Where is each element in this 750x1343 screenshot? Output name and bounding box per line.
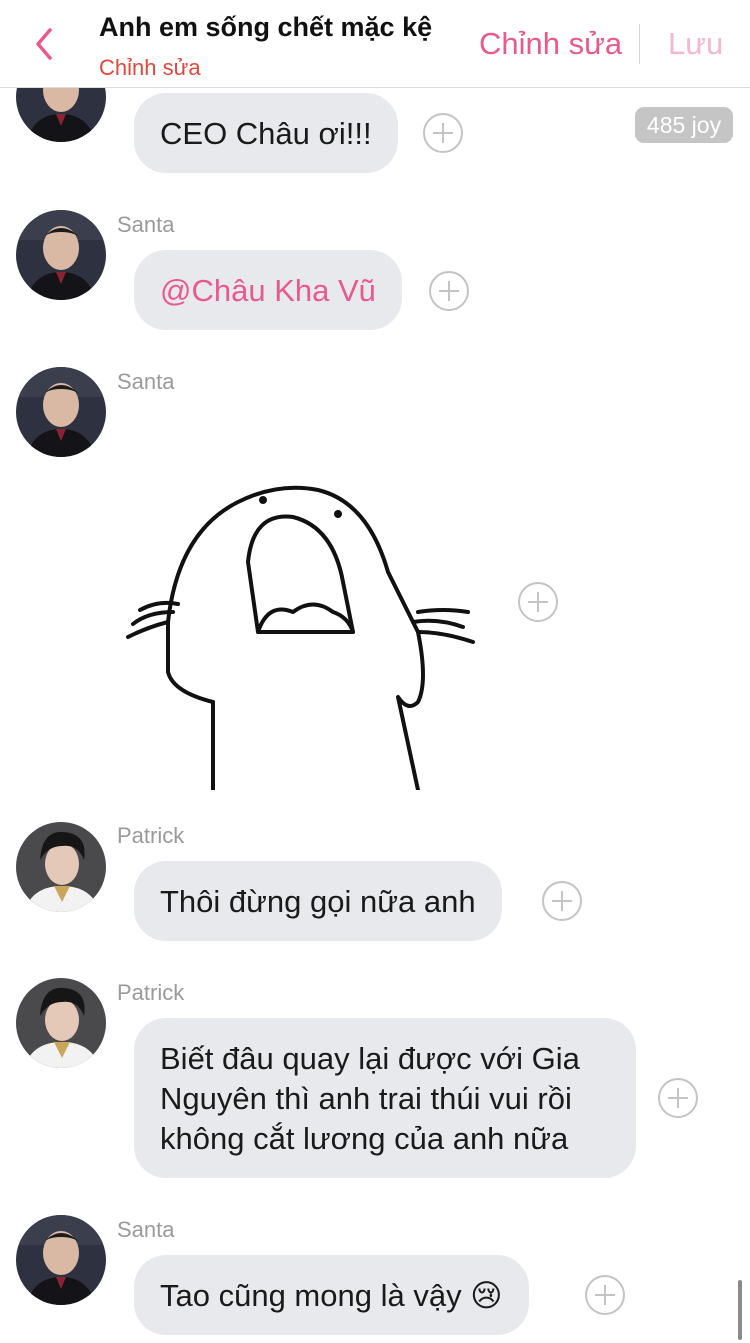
- crying-face-emoji: 😢: [470, 1278, 503, 1313]
- message-bubble[interactable]: Biết đâu quay lại được với Gia Nguyên th…: [134, 1018, 636, 1178]
- back-button[interactable]: [28, 24, 68, 64]
- plus-circle-icon[interactable]: [428, 270, 470, 312]
- avatar-santa[interactable]: [16, 367, 106, 457]
- message-bubble[interactable]: CEO Châu ơi!!!: [134, 93, 398, 173]
- avatar-patrick[interactable]: [16, 978, 106, 1068]
- avatar-santa[interactable]: [16, 1215, 106, 1305]
- save-button[interactable]: Lưu: [668, 26, 723, 62]
- sender-name: Patrick: [117, 980, 185, 1005]
- sender-name: Santa: [117, 369, 175, 394]
- message-bubble[interactable]: Thôi đừng gọi nữa anh: [134, 861, 502, 941]
- chat-subtitle[interactable]: Chỉnh sửa: [99, 55, 201, 81]
- plus-circle-icon[interactable]: [422, 112, 464, 154]
- plus-circle-icon[interactable]: [584, 1274, 626, 1316]
- sender-name: Patrick: [117, 823, 185, 848]
- sender-name: Santa: [117, 1217, 175, 1242]
- plus-circle-icon[interactable]: [657, 1077, 699, 1119]
- screaming-sticker-image[interactable]: [118, 472, 488, 790]
- message-text: CEO Châu ơi!!!: [160, 116, 372, 151]
- avatar-santa[interactable]: [16, 210, 106, 300]
- plus-circle-icon[interactable]: [541, 880, 583, 922]
- plus-circle-icon[interactable]: [517, 581, 559, 623]
- chat-header: Anh em sống chết mặc kệ Chỉnh sửa Chỉnh …: [0, 0, 750, 88]
- mention-link[interactable]: @Châu Kha Vũ: [160, 273, 376, 308]
- chat-title: Anh em sống chết mặc kệ: [99, 12, 433, 42]
- message-bubble[interactable]: Tao cũng mong là vậy 😢: [134, 1255, 529, 1335]
- sender-name: Santa: [117, 212, 175, 237]
- message-text: Thôi đừng gọi nữa anh: [160, 884, 476, 919]
- edit-button[interactable]: Chỉnh sửa: [479, 26, 622, 62]
- message-bubble[interactable]: @Châu Kha Vũ: [134, 250, 402, 330]
- message-text: Tao cũng mong là vậy: [160, 1278, 462, 1313]
- scrollbar[interactable]: [738, 1280, 742, 1340]
- chevron-left-icon: [36, 28, 52, 60]
- header-divider: [639, 24, 640, 64]
- message-text: Biết đâu quay lại được với Gia Nguyên th…: [160, 1041, 580, 1156]
- joy-badge: 485 joy: [635, 107, 733, 143]
- avatar-patrick[interactable]: [16, 822, 106, 912]
